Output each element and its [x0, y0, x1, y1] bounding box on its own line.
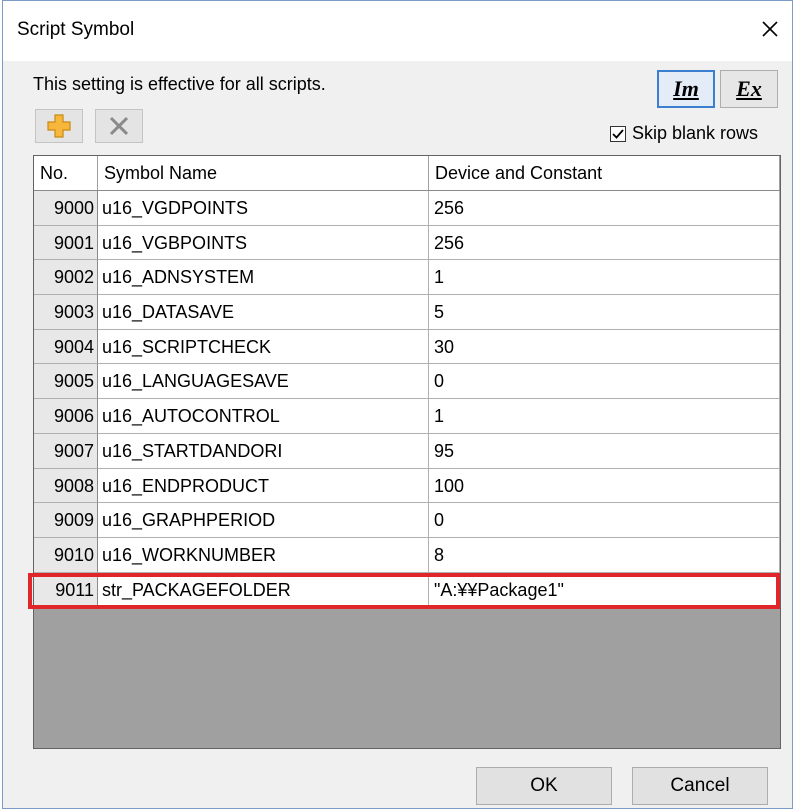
row-number[interactable]: 9006	[34, 399, 98, 434]
row-number[interactable]: 9007	[34, 433, 98, 469]
row-number[interactable]: 9002	[34, 260, 98, 296]
add-row-button[interactable]	[35, 109, 83, 143]
row-number[interactable]: 9001	[34, 225, 98, 261]
column-header-symbol-name[interactable]: Symbol Name	[98, 156, 429, 190]
symbol-name-cell[interactable]: u16_AUTOCONTROL	[98, 399, 429, 434]
table-row[interactable]: 9001 u16_VGBPOINTS 256	[34, 225, 780, 261]
table-row[interactable]: 9011 str_PACKAGEFOLDER "A:¥¥Package1"	[34, 572, 780, 608]
export-label: Ex	[736, 76, 762, 101]
device-constant-cell[interactable]: 256	[429, 191, 780, 226]
device-constant-cell[interactable]: 95	[429, 433, 780, 469]
table-row[interactable]: 9000 u16_VGDPOINTS 256	[34, 191, 780, 226]
skip-blank-rows-option[interactable]: Skip blank rows	[610, 123, 758, 144]
table-row[interactable]: 9003 u16_DATASAVE 5	[34, 295, 780, 330]
table-row[interactable]: 9004 u16_SCRIPTCHECK 30	[34, 329, 780, 365]
table-row[interactable]: 9008 u16_ENDPRODUCT 100	[34, 468, 780, 504]
cancel-button[interactable]: Cancel	[632, 767, 768, 805]
delete-row-button[interactable]	[95, 109, 143, 143]
ok-button[interactable]: OK	[476, 767, 612, 805]
symbol-name-cell[interactable]: u16_DATASAVE	[98, 295, 429, 330]
symbol-name-cell[interactable]: u16_SCRIPTCHECK	[98, 329, 429, 365]
row-number[interactable]: 9008	[34, 468, 98, 504]
table-row[interactable]: 9009 u16_GRAPHPERIOD 0	[34, 503, 780, 538]
device-constant-cell[interactable]: 256	[429, 225, 780, 261]
symbol-name-cell[interactable]: u16_ADNSYSTEM	[98, 260, 429, 296]
row-number[interactable]: 9003	[34, 295, 98, 330]
close-icon	[762, 21, 778, 37]
title-bar: Script Symbol	[3, 1, 792, 61]
symbol-name-cell[interactable]: u16_LANGUAGESAVE	[98, 364, 429, 400]
table-header: No. Symbol Name Device and Constant	[34, 156, 780, 191]
export-button[interactable]: Ex	[720, 70, 778, 108]
plus-icon	[47, 114, 71, 138]
window-title: Script Symbol	[17, 19, 135, 40]
symbol-name-cell[interactable]: u16_GRAPHPERIOD	[98, 503, 429, 538]
device-constant-cell[interactable]: 1	[429, 399, 780, 434]
device-constant-cell[interactable]: 0	[429, 364, 780, 400]
device-constant-cell[interactable]: 5	[429, 295, 780, 330]
device-constant-cell[interactable]: 100	[429, 468, 780, 504]
x-icon	[109, 116, 129, 136]
import-label: Im	[673, 76, 699, 101]
script-symbol-dialog: Script Symbol This setting is effective …	[2, 0, 793, 809]
symbol-table: No. Symbol Name Device and Constant 9000…	[33, 155, 781, 749]
checkmark-icon	[612, 128, 624, 139]
row-number[interactable]: 9000	[34, 191, 98, 226]
import-button[interactable]: Im	[657, 70, 715, 108]
symbol-name-cell[interactable]: u16_VGDPOINTS	[98, 191, 429, 226]
row-number[interactable]: 9011	[34, 572, 98, 608]
table-row[interactable]: 9002 u16_ADNSYSTEM 1	[34, 260, 780, 296]
table-rows: 9000 u16_VGDPOINTS 256 9001 u16_VGBPOINT…	[34, 191, 780, 608]
column-header-device-constant[interactable]: Device and Constant	[429, 156, 780, 190]
symbol-name-cell[interactable]: u16_VGBPOINTS	[98, 225, 429, 261]
symbol-name-cell[interactable]: u16_ENDPRODUCT	[98, 468, 429, 504]
symbol-name-cell[interactable]: str_PACKAGEFOLDER	[98, 572, 429, 608]
column-header-no[interactable]: No.	[34, 156, 98, 190]
table-row[interactable]: 9007 u16_STARTDANDORI 95	[34, 433, 780, 469]
row-number[interactable]: 9005	[34, 364, 98, 400]
device-constant-cell[interactable]: 30	[429, 329, 780, 365]
symbol-name-cell[interactable]: u16_WORKNUMBER	[98, 537, 429, 573]
device-constant-cell[interactable]: "A:¥¥Package1"	[429, 572, 780, 608]
table-row[interactable]: 9005 u16_LANGUAGESAVE 0	[34, 364, 780, 400]
skip-blank-rows-label: Skip blank rows	[632, 123, 759, 143]
close-button[interactable]	[748, 9, 792, 49]
table-row[interactable]: 9010 u16_WORKNUMBER 8	[34, 537, 780, 573]
device-constant-cell[interactable]: 0	[429, 503, 780, 538]
row-number[interactable]: 9009	[34, 503, 98, 538]
skip-blank-rows-checkbox[interactable]	[610, 125, 626, 142]
row-number[interactable]: 9010	[34, 537, 98, 573]
table-row[interactable]: 9006 u16_AUTOCONTROL 1	[34, 399, 780, 434]
device-constant-cell[interactable]: 8	[429, 537, 780, 573]
info-text: This setting is effective for all script…	[33, 74, 326, 94]
row-number[interactable]: 9004	[34, 329, 98, 365]
symbol-name-cell[interactable]: u16_STARTDANDORI	[98, 433, 429, 469]
device-constant-cell[interactable]: 1	[429, 260, 780, 296]
